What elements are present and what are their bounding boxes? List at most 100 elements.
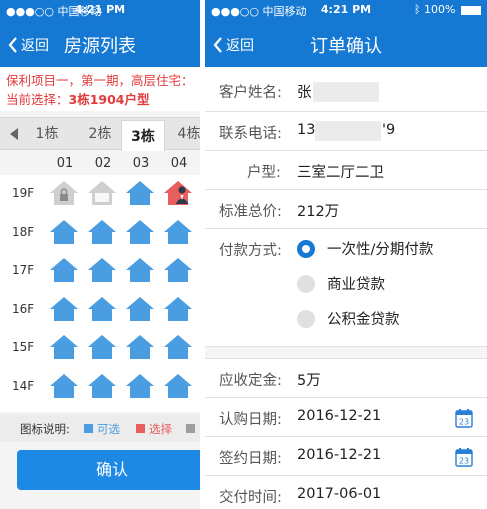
battery-percent: 100% [424, 3, 456, 16]
building-tabs: 1栋 2栋 3栋 4栋 [0, 117, 200, 151]
house-unit-sold [87, 180, 117, 206]
house-unit-available[interactable] [49, 296, 79, 322]
sign-date-label: 签约日期: [219, 451, 282, 467]
payment-option-fund-loan[interactable]: 公积金贷款 [297, 308, 400, 329]
clock: 4:21 PM [74, 3, 126, 16]
customer-name-row: 客户姓名: 张 [205, 67, 487, 112]
payment-option-label: 一次性/分期付款 [327, 242, 434, 258]
house-unit-available[interactable] [125, 334, 155, 360]
calendar-icon[interactable]: 23 [455, 447, 473, 467]
customer-name-label: 客户姓名: [219, 85, 282, 101]
unit-grid: 19F 18F 17F 16F 15F 14F [0, 175, 200, 412]
house-unit-available[interactable] [125, 257, 155, 283]
house-unit-selected[interactable] [163, 180, 193, 206]
section-gap [205, 347, 487, 359]
delivery-date-row: 交付时间: 2017-06-01 [205, 476, 487, 509]
sign-date-value: 2016-12-21 [297, 447, 382, 463]
delivery-date-value: 2017-06-01 [297, 486, 382, 502]
page-title: 订单确认 [310, 36, 382, 57]
unit-label: 04 [170, 156, 188, 171]
project-info: 保利项目一，第一期，高层住宅： 当前选择：3栋1904户型 [0, 67, 200, 111]
current-selection: 当前选择：3栋1904户型 [6, 90, 194, 109]
layout-row: 户型: 三室二厅二卫 [205, 151, 487, 190]
house-unit-available[interactable] [87, 257, 117, 283]
bluetooth-icon: ᛒ [413, 3, 421, 16]
page-title: 房源列表 [64, 36, 136, 57]
house-unit-available[interactable] [163, 334, 193, 360]
battery-status: ᛒ 100% [414, 3, 481, 16]
payment-option-label: 公积金贷款 [327, 312, 400, 328]
house-unit-available[interactable] [125, 219, 155, 245]
house-unit-available[interactable] [163, 296, 193, 322]
floor-label: 14F [12, 378, 35, 393]
project-line: 保利项目一，第一期，高层住宅： [6, 73, 194, 88]
nav-bar: 返回 订单确认 [205, 20, 487, 67]
order-form: 客户姓名: 张 联系电话: 13 '9 户型: 三室二厅二卫 标准总价: 212… [205, 67, 487, 509]
payment-option-commercial-loan[interactable]: 商业贷款 [297, 273, 385, 294]
phone-suffix: '9 [382, 122, 396, 138]
floor-label: 17F [12, 263, 35, 277]
redacted-phone [315, 121, 381, 141]
tab-building-3[interactable]: 3栋 [121, 120, 165, 151]
deposit-value: 5万 [297, 373, 321, 389]
total-price-value: 212万 [297, 204, 340, 220]
legend-available-swatch [84, 424, 93, 433]
house-unit-available[interactable] [87, 296, 117, 322]
radio-unselected-icon [297, 309, 315, 328]
tab-building-2[interactable]: 2栋 [81, 118, 119, 150]
house-unit-available[interactable] [125, 373, 155, 399]
house-unit-available[interactable] [163, 219, 193, 245]
floor-label: 18F [12, 224, 35, 239]
legend: 图标说明: 可选 选择 [0, 414, 200, 442]
payment-option-full[interactable]: 一次性/分期付款 [297, 238, 433, 259]
confirm-button[interactable]: 确认 [17, 450, 200, 490]
house-unit-available[interactable] [87, 373, 117, 399]
tab-building-4[interactable]: 4栋 [170, 118, 200, 150]
house-unit-available[interactable] [49, 257, 79, 283]
redacted-name [313, 82, 379, 102]
house-unit-available[interactable] [49, 373, 79, 399]
house-unit-available[interactable] [163, 257, 193, 283]
unit-label: 03 [132, 156, 150, 171]
deposit-label: 应收定金: [219, 373, 282, 389]
payment-option-label: 商业贷款 [327, 277, 385, 293]
current-selection-value: 3栋1904户型 [68, 92, 150, 107]
legend-selected-swatch [136, 424, 145, 433]
calendar-day: 23 [459, 457, 469, 466]
legend-available-label: 可选 [97, 422, 120, 436]
house-unit-available[interactable] [87, 334, 117, 360]
radio-selected-icon [297, 239, 315, 258]
payment-row: 付款方式: 一次性/分期付款 商业贷款 公积金贷款 [205, 229, 487, 347]
phone-row: 联系电话: 13 '9 [205, 112, 487, 151]
nav-bar: 返回 房源列表 [0, 20, 200, 67]
delivery-date-label: 交付时间: [219, 490, 282, 506]
house-unit-available[interactable] [49, 219, 79, 245]
tab-building-1[interactable]: 1栋 [28, 118, 66, 150]
unit-header: 01 02 03 04 [0, 153, 200, 173]
house-unit-available[interactable] [125, 180, 155, 206]
floor-label: 16F [12, 301, 35, 316]
radio-unselected-icon [297, 274, 315, 293]
status-bar: ●●●○○ 中国移动 4:21 PM [0, 0, 200, 20]
calendar-icon[interactable]: 23 [455, 408, 473, 428]
status-bar: ●●●○○ 中国移动 4:21 PM ᛒ 100% [205, 0, 487, 20]
subscribe-date-label: 认购日期: [219, 412, 282, 428]
sign-date-row[interactable]: 签约日期: 2016-12-21 23 [205, 437, 487, 476]
deposit-row: 应收定金: 5万 [205, 359, 487, 398]
layout-label: 户型: [247, 165, 281, 181]
current-selection-label: 当前选择： [6, 92, 69, 107]
phone-label: 联系电话: [219, 126, 282, 142]
confirm-area: 确认 [0, 442, 200, 509]
tabs-prev-arrow-icon[interactable] [10, 128, 18, 140]
house-unit-available[interactable] [163, 373, 193, 399]
house-unit-available[interactable] [49, 334, 79, 360]
battery-icon [461, 5, 481, 15]
legend-sold-swatch [186, 424, 195, 433]
subscribe-date-row[interactable]: 认购日期: 2016-12-21 23 [205, 398, 487, 437]
legend-title: 图标说明: [20, 422, 70, 436]
subscribe-date-value: 2016-12-21 [297, 408, 382, 424]
floor-label: 19F [12, 186, 35, 200]
house-unit-available[interactable] [125, 296, 155, 322]
total-price-label: 标准总价: [219, 204, 282, 220]
house-unit-available[interactable] [87, 219, 117, 245]
